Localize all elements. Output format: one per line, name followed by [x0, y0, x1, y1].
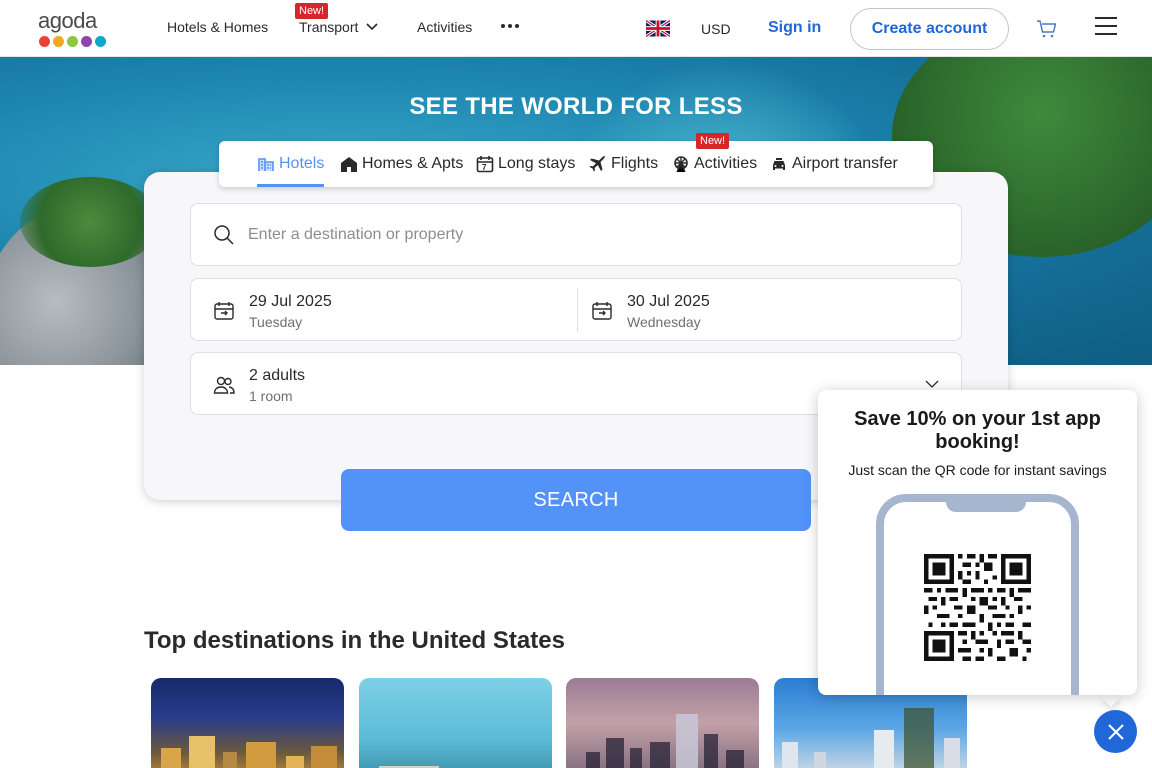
tab-homes-apts-label: Homes & Apts [362, 155, 464, 172]
nav-hotels-homes[interactable]: Hotels & Homes [167, 19, 268, 35]
close-icon [1107, 723, 1124, 740]
destination-input[interactable] [248, 224, 928, 246]
sign-in-link[interactable]: Sign in [768, 19, 821, 37]
currency-selector[interactable]: USD [701, 21, 731, 37]
close-popup-button[interactable] [1094, 710, 1137, 753]
hero-title: SEE THE WORLD FOR LESS [409, 93, 743, 120]
tab-hotels[interactable]: Hotels [257, 155, 324, 173]
activities-new-badge: New! [696, 133, 730, 149]
airplane-icon [589, 155, 606, 172]
destination-field[interactable] [190, 203, 962, 266]
search-button[interactable]: SEARCH [341, 469, 811, 531]
logo-dots [39, 36, 110, 47]
more-menu-icon[interactable] [501, 24, 519, 28]
top-nav-bar: agoda Hotels & Homes New! Transport Acti… [0, 0, 1152, 57]
chevron-down-icon [366, 23, 378, 31]
app-promo-popup: Save 10% on your 1st app booking! Just s… [818, 390, 1137, 695]
check-out-date: 30 Jul 2025 [627, 293, 710, 310]
tab-flights[interactable]: Flights [589, 155, 658, 173]
hero-cliff-vegetation [20, 177, 160, 267]
search-icon [214, 225, 234, 245]
home-icon [341, 157, 357, 172]
tab-long-stays-label: Long stays [498, 155, 576, 172]
check-in-day: Tuesday [249, 314, 303, 330]
hamburger-menu-icon[interactable] [1095, 17, 1117, 37]
product-tabs: Hotels Homes & Apts 7 Long stays Flights… [219, 133, 933, 187]
tab-homes-apts[interactable]: Homes & Apts [340, 155, 463, 173]
logo-text: agoda [38, 8, 97, 33]
check-out-field[interactable]: 30 Jul 2025 Wednesday [578, 279, 962, 342]
destination-card[interactable] [566, 678, 759, 768]
qr-code [924, 554, 1031, 661]
destination-card[interactable] [359, 678, 552, 768]
create-account-button[interactable]: Create account [850, 8, 1009, 50]
agoda-logo[interactable]: agoda [38, 10, 110, 48]
tab-hotels-label: Hotels [279, 155, 325, 172]
cart-icon[interactable] [1036, 19, 1058, 39]
calendar-7-icon: 7 [476, 156, 494, 173]
check-in-calendar-icon [214, 302, 234, 320]
car-icon [773, 158, 785, 170]
transport-new-badge: New! [295, 3, 329, 19]
guests-chevron-down-icon [925, 380, 939, 388]
check-out-calendar-icon [592, 302, 612, 320]
tab-flights-label: Flights [611, 155, 659, 172]
active-tab-indicator [257, 184, 324, 187]
tab-long-stays[interactable]: 7 Long stays [476, 155, 575, 173]
hotel-icon [258, 158, 274, 171]
guests-icon [213, 376, 235, 394]
check-out-day: Wednesday [627, 314, 701, 330]
uk-flag-icon[interactable] [646, 20, 670, 37]
tab-activities[interactable]: Activities [672, 155, 757, 173]
tab-airport-transfer-label: Airport transfer [792, 155, 898, 172]
nav-activities[interactable]: Activities [417, 19, 472, 35]
phone-notch [946, 494, 1026, 512]
nav-transport-label: Transport [299, 19, 359, 35]
top-destinations-title: Top destinations in the United States [144, 627, 565, 654]
tab-airport-transfer[interactable]: Airport transfer [770, 155, 898, 173]
guests-adults: 2 adults [249, 367, 306, 384]
svg-text:7: 7 [482, 163, 487, 172]
page: agoda Hotels & Homes New! Transport Acti… [0, 0, 1152, 768]
ferris-wheel-icon [674, 156, 688, 173]
popup-subtitle: Just scan the QR code for instant saving… [848, 462, 1107, 478]
tab-activities-label: Activities [694, 155, 758, 172]
check-in-date: 29 Jul 2025 [249, 293, 332, 310]
check-in-field[interactable]: 29 Jul 2025 Tuesday [191, 279, 577, 342]
destination-card[interactable] [151, 678, 344, 768]
date-range-field: 29 Jul 2025 Tuesday 30 Jul 2025 Wednesda… [190, 278, 962, 341]
popup-title: Save 10% on your 1st app booking! [854, 408, 1101, 453]
guests-rooms: 1 room [249, 388, 293, 404]
nav-transport[interactable]: Transport [299, 19, 378, 35]
